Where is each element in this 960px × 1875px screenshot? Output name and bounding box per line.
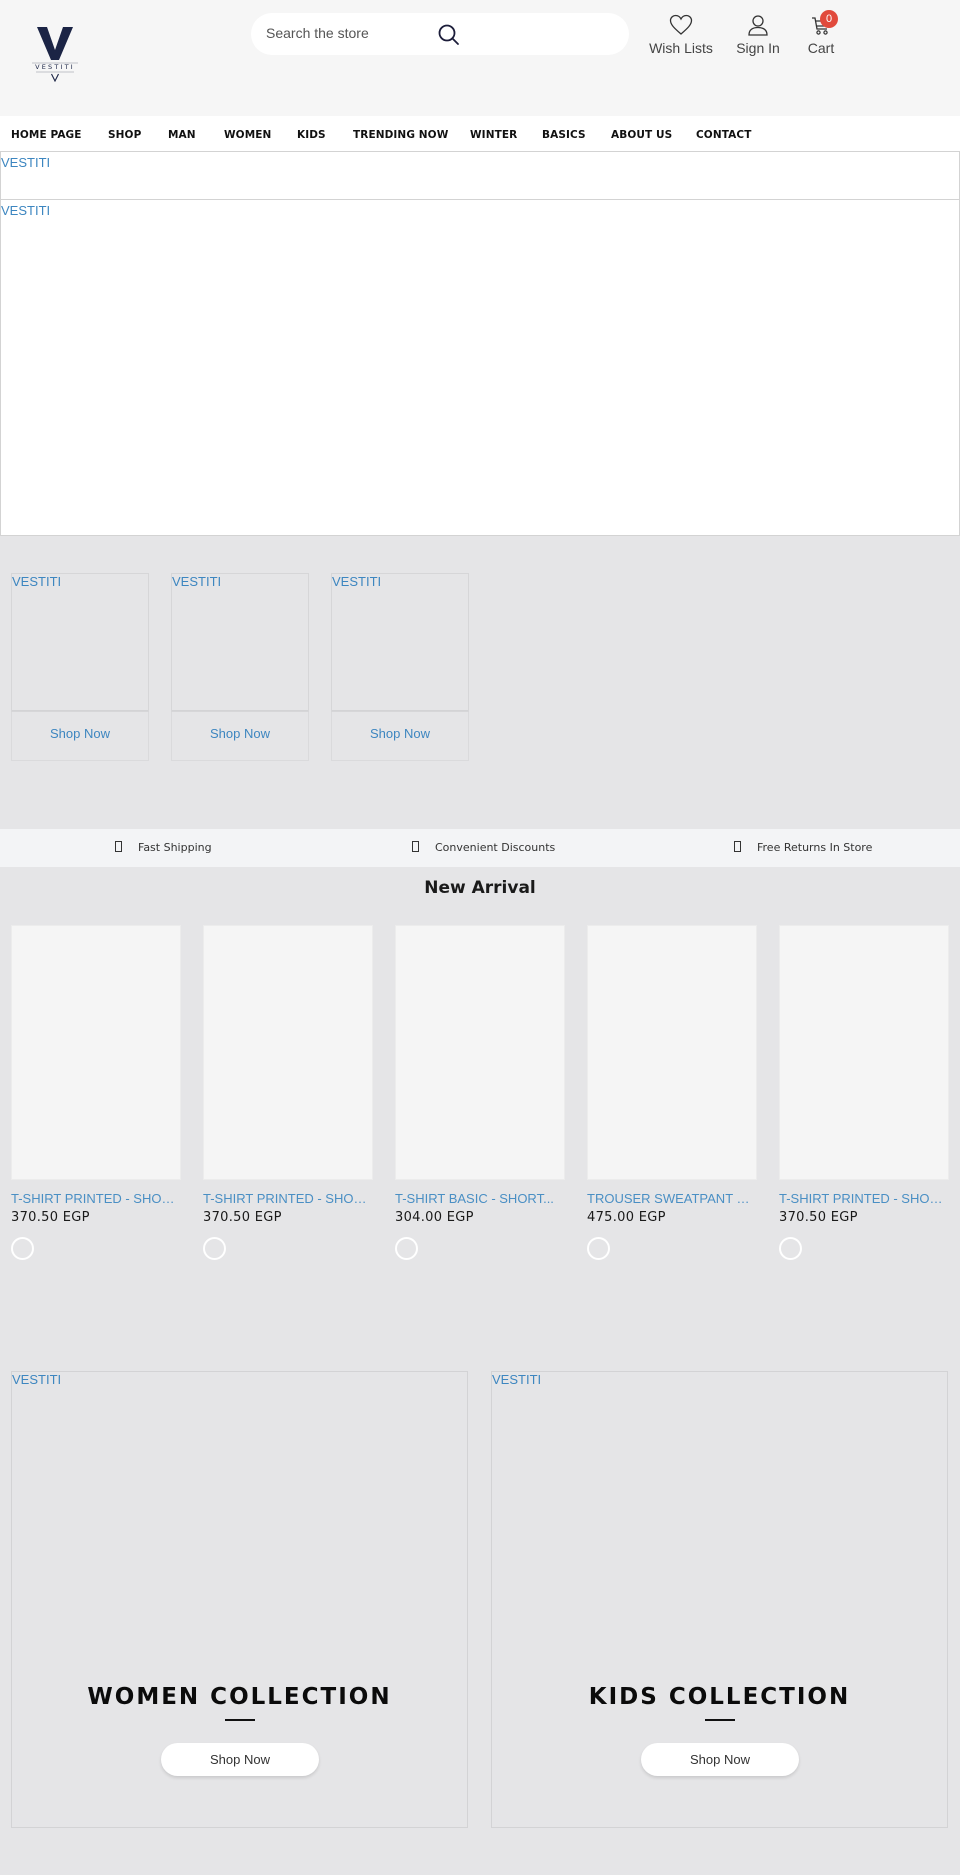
product-card: T-SHIRT PRINTED - SHORT... 370.50 EGP [203,925,373,1260]
nav-item-home-page[interactable]: HOME PAGE [11,129,82,141]
benefit-fast-shipping: Fast Shipping [115,841,212,854]
benefits-bar: Fast Shipping Convenient Discounts Free … [0,829,960,867]
main-nav: HOME PAGE SHOP MAN WOMEN KIDS TRENDING N… [0,116,960,152]
nav-item-kids[interactable]: KIDS [297,129,326,141]
benefit-free-returns: Free Returns In Store [734,841,872,854]
search-input[interactable]: Search the store [266,25,369,41]
shipping-icon [115,841,122,852]
product-price: 370.50 EGP [779,1210,858,1225]
benefit-convenient-discounts: Convenient Discounts [412,841,555,854]
women-collection-banner: VESTITI WOMEN COLLECTION Shop Now [11,1371,468,1828]
svg-text:VESTITI: VESTITI [35,63,75,71]
product-image[interactable] [779,925,949,1180]
discount-icon [412,841,419,852]
color-swatch[interactable] [587,1237,610,1260]
kids-shop-now-button[interactable]: Shop Now [641,1743,799,1776]
product-name-link[interactable]: T-SHIRT PRINTED - SHORT... [203,1191,373,1206]
nav-item-contact[interactable]: CONTACT [696,129,751,141]
user-icon [748,15,768,36]
returns-icon [734,841,741,852]
collection-title: KIDS COLLECTION [588,1684,851,1710]
category-image[interactable]: VESTITI [171,573,309,712]
title-divider [225,1719,255,1721]
product-image[interactable] [203,925,373,1180]
search-bar[interactable]: Search the store [251,13,629,55]
category-shop-now-button[interactable]: Shop Now [332,726,468,741]
wish-lists-link[interactable]: Wish Lists [648,14,714,56]
hero-banner-alt: VESTITI [1,155,51,170]
category-image-alt: VESTITI [172,574,222,589]
product-image[interactable] [587,925,757,1180]
category-image-alt: VESTITI [12,574,62,589]
hero-banner-alt: VESTITI [1,203,51,218]
product-name-link[interactable]: T-SHIRT PRINTED - SHORT... [779,1191,949,1206]
collection-image-alt: VESTITI [12,1372,62,1387]
search-icon[interactable] [437,23,461,47]
hero-banner-top[interactable]: VESTITI [0,151,960,200]
color-swatch[interactable] [395,1237,418,1260]
nav-item-trending-now[interactable]: TRENDING NOW [353,129,448,141]
category-image-alt: VESTITI [332,574,382,589]
product-image[interactable] [11,925,181,1180]
title-divider [705,1719,735,1721]
nav-item-about-us[interactable]: ABOUT US [611,129,672,141]
category-image[interactable]: VESTITI [11,573,149,712]
benefit-label: Free Returns In Store [757,841,873,854]
product-card: T-SHIRT PRINTED - SHORT... 370.50 EGP [779,925,949,1260]
nav-item-women[interactable]: WOMEN [224,129,271,141]
category-shop-now-button[interactable]: Shop Now [172,726,308,741]
nav-item-basics[interactable]: BASICS [542,129,586,141]
product-price: 370.50 EGP [203,1210,282,1225]
product-card: T-SHIRT PRINTED - SHORT... 370.50 EGP [11,925,181,1260]
vestiti-logo[interactable]: VESTITI [28,24,82,83]
kids-collection-banner: VESTITI KIDS COLLECTION Shop Now [491,1371,948,1828]
category-card: VESTITI Shop Now [11,573,149,761]
sign-in-label: Sign In [736,40,780,56]
product-price: 475.00 EGP [587,1210,666,1225]
category-card: VESTITI Shop Now [171,573,309,761]
site-header: VESTITI Search the store Wish Lists Sign… [0,0,960,116]
product-name-link[interactable]: TROUSER SWEATPANT SID... [587,1191,757,1206]
sign-in-link[interactable]: Sign In [732,14,784,56]
logo-icon: VESTITI [32,27,78,83]
product-price: 304.00 EGP [395,1210,474,1225]
cart-count-badge: 0 [820,10,838,28]
nav-item-man[interactable]: MAN [168,129,196,141]
benefit-label: Fast Shipping [138,841,212,854]
product-price: 370.50 EGP [11,1210,90,1225]
nav-item-shop[interactable]: SHOP [108,129,141,141]
product-card: T-SHIRT BASIC - SHORT... 304.00 EGP [395,925,565,1260]
category-shop-now-button[interactable]: Shop Now [12,726,148,741]
color-swatch[interactable] [203,1237,226,1260]
product-name-link[interactable]: T-SHIRT PRINTED - SHORT... [11,1191,181,1206]
product-card: TROUSER SWEATPANT SID... 475.00 EGP [587,925,757,1260]
product-name-link[interactable]: T-SHIRT BASIC - SHORT... [395,1191,565,1206]
collection-image-alt: VESTITI [492,1372,542,1387]
category-image[interactable]: VESTITI [331,573,469,712]
color-swatch[interactable] [779,1237,802,1260]
new-arrival-title: New Arrival [424,878,536,898]
color-swatch[interactable] [11,1237,34,1260]
benefit-label: Convenient Discounts [435,841,556,854]
nav-item-winter[interactable]: WINTER [470,129,517,141]
product-image[interactable] [395,925,565,1180]
heart-icon [669,14,693,35]
women-shop-now-button[interactable]: Shop Now [161,1743,319,1776]
hero-banner-main[interactable]: VESTITI [0,199,960,536]
category-card: VESTITI Shop Now [331,573,469,761]
wish-lists-label: Wish Lists [649,40,713,56]
cart-label: Cart [807,40,835,56]
collection-title: WOMEN COLLECTION [87,1684,392,1710]
